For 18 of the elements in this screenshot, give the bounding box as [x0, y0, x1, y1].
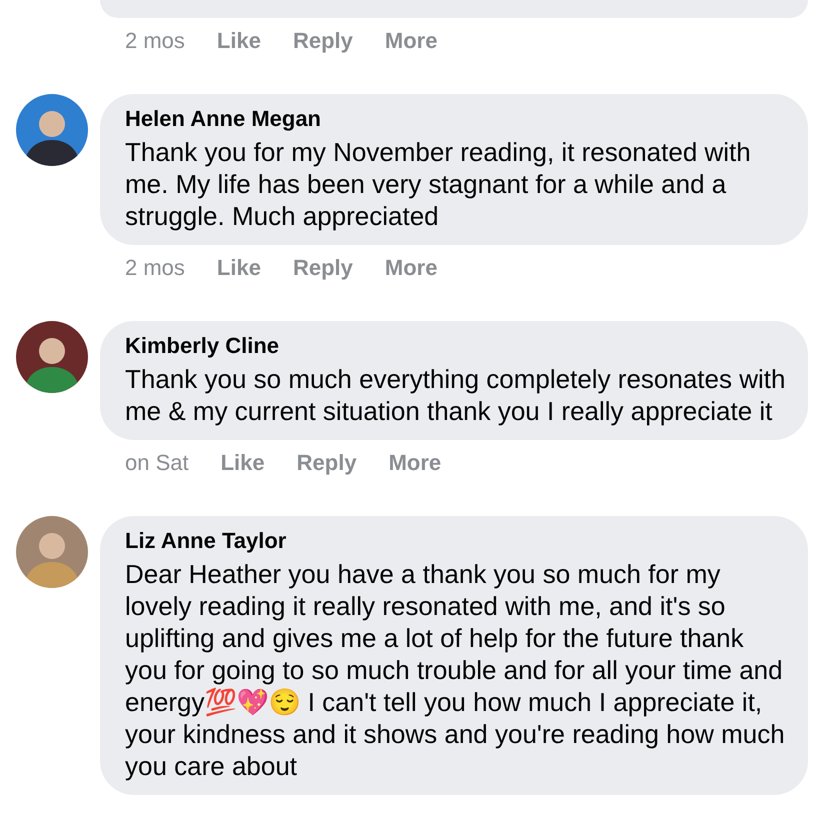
comment-action-link[interactable]: Reply — [296, 447, 357, 479]
comment-time: on Sat — [125, 449, 189, 477]
comment-action-link[interactable]: Like — [216, 25, 261, 57]
comment-text: Dear Heather you have a thank you so much for my lovely reading it really resonated with me, and it's so uplifting and gives me a lot of help for the future thank you for going to so much trouble and for all your time and energy💯💖😌 I can't tell you how much I appreciate it, your kindness and it shows and you're reading how much you care about — [125, 558, 786, 782]
author-name[interactable]: Helen Anne Megan — [125, 106, 321, 132]
comment-action-link[interactable]: More — [384, 252, 438, 284]
comment-action-link[interactable]: Reply — [292, 252, 353, 284]
comment-action-link[interactable]: More — [384, 25, 438, 57]
comment-action-link[interactable]: More — [388, 447, 442, 479]
comment-action-link[interactable]: Like — [220, 447, 265, 479]
comment-text: Thank you for my November reading, it resonated with me. My life has been very stagnant for a while and a struggle. Much appreciated — [125, 136, 752, 232]
comment-text: Thank you so much everything completely resonates with me & my current situation thank you I really appreciate it — [125, 363, 786, 427]
comment-time: 2 mos — [125, 27, 185, 55]
comment-time: 2 mos — [125, 254, 185, 282]
comment-action-link[interactable]: Like — [216, 252, 261, 284]
author-name[interactable]: Liz Anne Taylor — [125, 528, 286, 554]
comment-action-link[interactable]: Reply — [292, 25, 353, 57]
author-name[interactable]: Kimberly Cline — [125, 333, 280, 359]
